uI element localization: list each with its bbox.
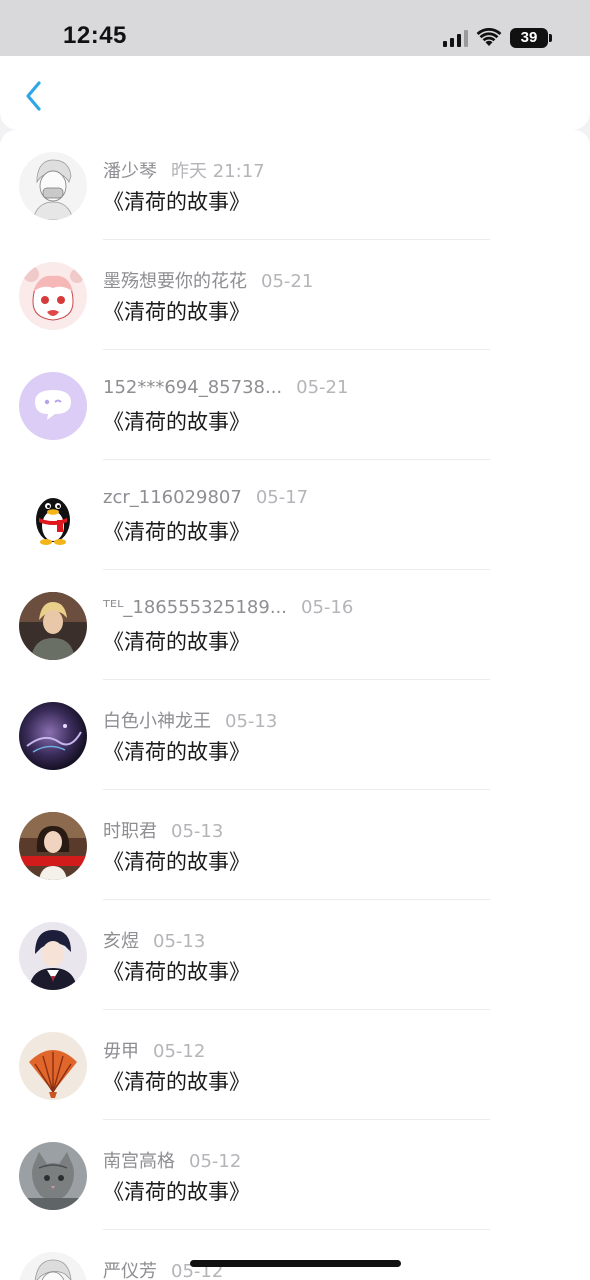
avatar[interactable] xyxy=(19,1252,87,1280)
avatar[interactable] xyxy=(19,812,87,880)
chevron-left-icon xyxy=(26,81,41,111)
item-meta: 白色小神龙王 05-13 xyxy=(103,707,278,732)
list-item[interactable]: 墨殇想要你的花花 05-21 《清荷的故事》 xyxy=(0,240,590,350)
item-content: 《清荷的故事》 xyxy=(103,300,250,324)
item-meta: zcr_116029807 05-17 xyxy=(103,487,308,511)
nav-bar xyxy=(0,56,590,130)
item-content: 《清荷的故事》 xyxy=(103,630,250,654)
list-item[interactable]: 严仪芳 05-12 xyxy=(0,1230,590,1280)
item-meta: 墨殇想要你的花花 05-21 xyxy=(103,267,314,292)
item-date: 05-12 xyxy=(189,1151,242,1172)
item-meta: 毋甲 05-12 xyxy=(103,1037,206,1062)
list-item[interactable]: 亥煜 05-13 《清荷的故事》 xyxy=(0,900,590,1010)
back-button[interactable] xyxy=(14,76,54,116)
item-meta: 152***694_85738... 05-21 xyxy=(103,377,348,401)
user-name[interactable]: 毋甲 xyxy=(103,1041,139,1062)
item-date: 05-12 xyxy=(153,1041,206,1062)
list-item[interactable]: 毋甲 05-12 《清荷的故事》 xyxy=(0,1010,590,1120)
item-meta: 潘少琴 昨天 21:17 xyxy=(103,157,265,182)
avatar[interactable] xyxy=(19,922,87,990)
item-date: 05-17 xyxy=(255,487,309,508)
item-content: 《清荷的故事》 xyxy=(103,850,250,874)
item-meta: 亥煜 05-13 xyxy=(103,927,206,952)
user-name[interactable]: 潘少琴 xyxy=(103,161,157,182)
cellular-signal-icon xyxy=(443,29,468,47)
item-meta: 时职君 05-13 xyxy=(103,817,224,842)
list-item[interactable]: 时职君 05-13 《清荷的故事》 xyxy=(0,790,590,900)
avatar[interactable] xyxy=(19,482,87,550)
item-content: 《清荷的故事》 xyxy=(103,520,250,544)
status-time: 12:45 xyxy=(63,22,127,49)
avatar[interactable] xyxy=(19,152,87,220)
list-item[interactable]: 潘少琴 昨天 21:17 《清荷的故事》 xyxy=(0,130,590,240)
avatar[interactable] xyxy=(19,1032,87,1100)
user-name[interactable]: zcr_116029807 xyxy=(103,487,242,508)
battery-icon: 39 xyxy=(510,28,552,48)
avatar[interactable] xyxy=(19,592,87,660)
avatar[interactable] xyxy=(19,262,87,330)
user-name[interactable]: 南宫高格 xyxy=(103,1151,175,1172)
item-date: 05-13 xyxy=(225,711,278,732)
user-name[interactable]: 亥煜 xyxy=(103,931,139,952)
battery-level: 39 xyxy=(510,28,548,48)
like-list: 潘少琴 昨天 21:17 《清荷的故事》 墨殇想要你的花花 05-21 《清荷的故事… xyxy=(0,130,590,1280)
item-date: 05-16 xyxy=(301,597,354,618)
item-content: 《清荷的故事》 xyxy=(103,1070,250,1094)
list-item[interactable]: 152***694_85738... 05-21 《清荷的故事》 xyxy=(0,350,590,460)
item-content: 《清荷的故事》 xyxy=(103,960,250,984)
item-content: 《清荷的故事》 xyxy=(103,190,250,214)
status-icons: 39 xyxy=(443,26,552,50)
item-content: 《清荷的故事》 xyxy=(103,1180,250,1204)
item-date: 05-13 xyxy=(171,821,224,842)
item-date: 昨天 21:17 xyxy=(171,161,265,182)
user-name[interactable]: 严仪芳 xyxy=(103,1261,157,1280)
wifi-icon xyxy=(476,28,502,46)
item-date: 05-21 xyxy=(261,271,314,292)
avatar[interactable] xyxy=(19,702,87,770)
user-name[interactable]: ᵀᴱᴸ_186555325189... xyxy=(103,597,287,618)
user-name[interactable]: 白色小神龙王 xyxy=(103,711,211,732)
list-item[interactable]: ᵀᴱᴸ_186555325189... 05-16 《清荷的故事》 xyxy=(0,570,590,680)
avatar[interactable] xyxy=(19,1142,87,1210)
user-name[interactable]: 152***694_85738... xyxy=(103,377,282,398)
list-item[interactable]: 白色小神龙王 05-13 《清荷的故事》 xyxy=(0,680,590,790)
item-date: 05-21 xyxy=(296,377,349,398)
item-meta: 南宫高格 05-12 xyxy=(103,1147,242,1172)
user-name[interactable]: 时职君 xyxy=(103,821,157,842)
item-meta: ᵀᴱᴸ_186555325189... 05-16 xyxy=(103,597,353,621)
item-content: 《清荷的故事》 xyxy=(103,740,250,764)
item-date: 05-13 xyxy=(153,931,206,952)
item-content: 《清荷的故事》 xyxy=(103,410,250,434)
list-item[interactable]: zcr_116029807 05-17 《清荷的故事》 xyxy=(0,460,590,570)
avatar[interactable] xyxy=(19,372,87,440)
list-item[interactable]: 南宫高格 05-12 《清荷的故事》 xyxy=(0,1120,590,1230)
status-bar: 12:45 39 xyxy=(0,0,590,56)
user-name[interactable]: 墨殇想要你的花花 xyxy=(103,271,247,292)
home-indicator[interactable] xyxy=(190,1260,401,1267)
